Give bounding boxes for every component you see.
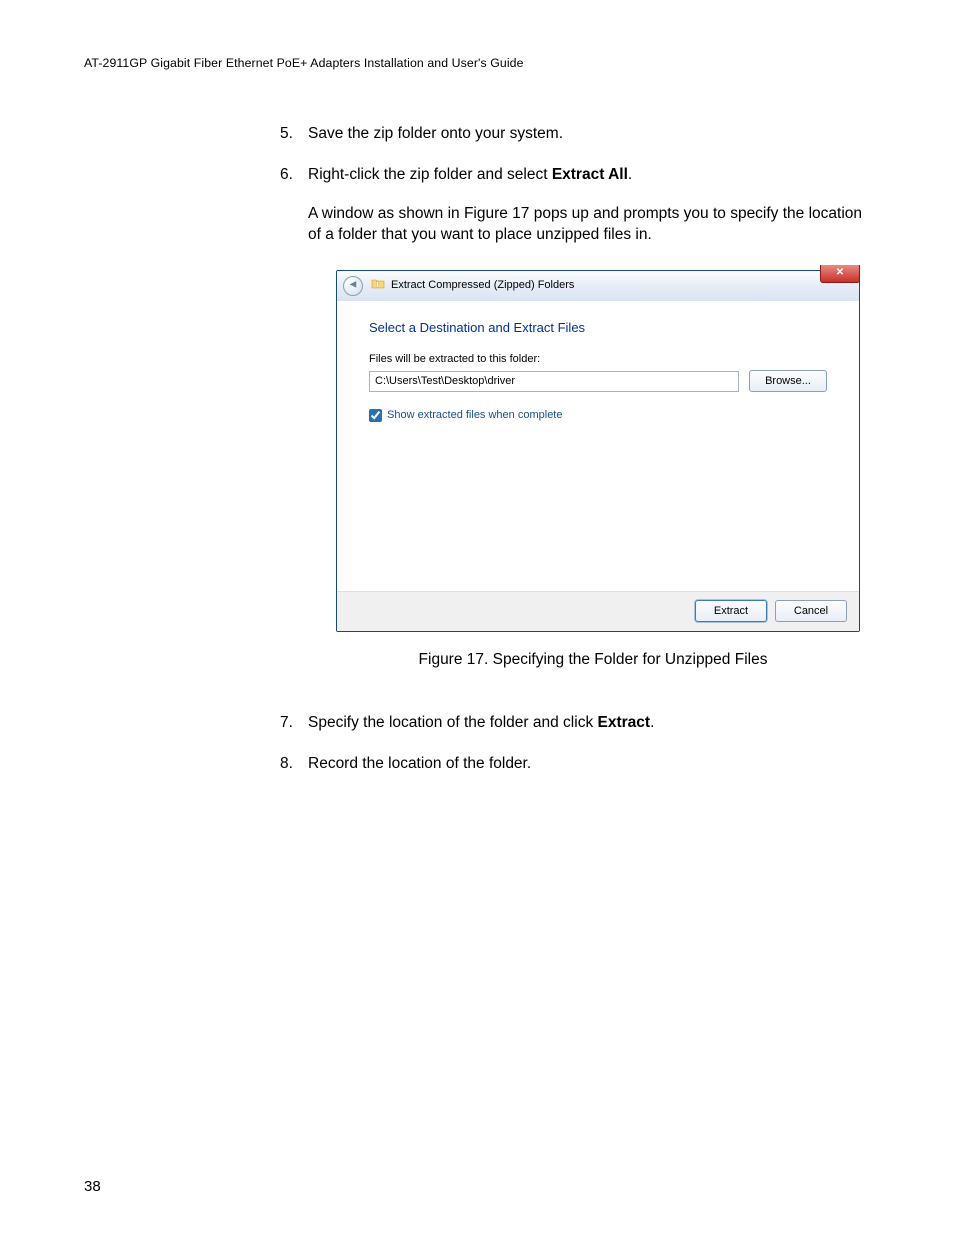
page-number: 38	[84, 1178, 101, 1195]
step-number: 6.	[280, 165, 308, 693]
path-row: Browse...	[369, 370, 827, 392]
step-5: 5. Save the zip folder onto your system.	[280, 124, 878, 145]
figure-caption: Figure 17. Specifying the Folder for Unz…	[308, 650, 878, 671]
step-6: 6. Right-click the zip folder and select…	[280, 165, 878, 693]
dialog-footer: Extract Cancel	[337, 591, 859, 631]
close-button[interactable]: ✕	[820, 265, 860, 283]
step-text-bold: Extract All	[552, 166, 628, 183]
step-body: Specify the location of the folder and c…	[308, 713, 878, 734]
browse-button[interactable]: Browse...	[749, 370, 827, 392]
step-text-part: .	[650, 714, 654, 731]
step-text-part: Right-click the zip folder and select	[308, 166, 552, 183]
figure-17: ◄ Extract Compressed (Zipped) Folders	[336, 270, 866, 632]
step-text-part: .	[628, 166, 632, 183]
step-number: 7.	[280, 713, 308, 734]
extract-dialog: ◄ Extract Compressed (Zipped) Folders	[336, 270, 860, 632]
content-area: 5. Save the zip folder onto your system.…	[280, 124, 878, 774]
step-text: Save the zip folder onto your system.	[308, 124, 878, 145]
step-paragraph: A window as shown in Figure 17 pops up a…	[308, 204, 878, 246]
close-icon: ✕	[836, 266, 844, 280]
show-extracted-checkbox[interactable]	[369, 409, 382, 422]
step-text: Record the location of the folder.	[308, 754, 878, 775]
dialog-title: Extract Compressed (Zipped) Folders	[391, 278, 574, 293]
back-arrow-icon: ◄	[348, 280, 359, 291]
step-number: 5.	[280, 124, 308, 145]
checkbox-row: Show extracted files when complete	[369, 408, 827, 423]
step-number: 8.	[280, 754, 308, 775]
folder-zip-icon	[371, 276, 385, 295]
dialog-titlebar: ◄ Extract Compressed (Zipped) Folders	[337, 271, 859, 301]
destination-path-input[interactable]	[369, 371, 739, 392]
page: AT-2911GP Gigabit Fiber Ethernet PoE+ Ad…	[0, 0, 954, 1235]
path-label: Files will be extracted to this folder:	[369, 352, 827, 367]
cancel-button[interactable]: Cancel	[775, 600, 847, 622]
step-text-bold: Extract	[598, 714, 651, 731]
back-button[interactable]: ◄	[343, 276, 363, 296]
page-header: AT-2911GP Gigabit Fiber Ethernet PoE+ Ad…	[84, 56, 874, 70]
checkbox-label: Show extracted files when complete	[387, 408, 562, 423]
dialog-instruction: Select a Destination and Extract Files	[369, 319, 827, 337]
dialog-body: Select a Destination and Extract Files F…	[337, 301, 859, 591]
step-body: Right-click the zip folder and select Ex…	[308, 165, 878, 693]
step-text-part: Specify the location of the folder and c…	[308, 714, 598, 731]
step-8: 8. Record the location of the folder.	[280, 754, 878, 775]
extract-button[interactable]: Extract	[695, 600, 767, 622]
step-7: 7. Specify the location of the folder an…	[280, 713, 878, 734]
